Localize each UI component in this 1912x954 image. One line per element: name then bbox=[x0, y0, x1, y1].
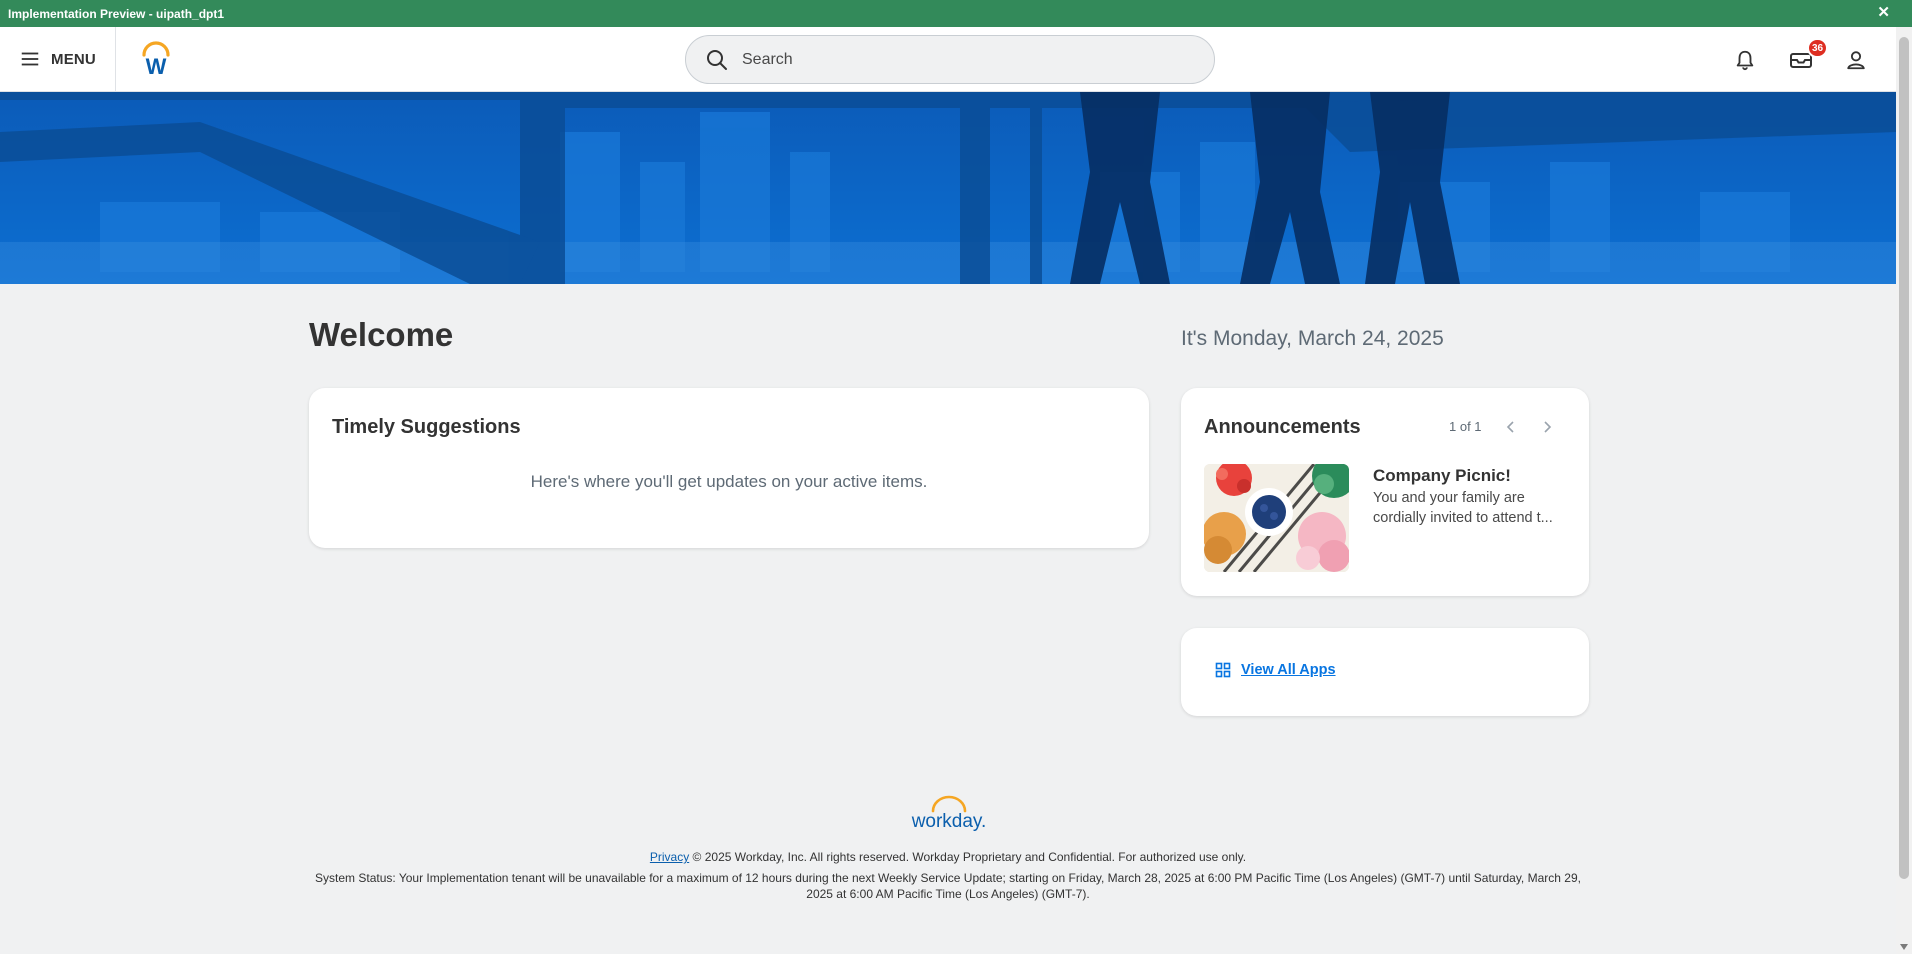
hero-banner bbox=[0, 92, 1896, 284]
page-title: Welcome bbox=[309, 316, 454, 353]
announcement-description: You and your family are cordially invite… bbox=[1373, 490, 1553, 526]
chevron-left-icon bbox=[1506, 421, 1514, 433]
view-all-apps-link[interactable]: View All Apps bbox=[1215, 662, 1336, 678]
scrollbar-thumb[interactable] bbox=[1899, 37, 1909, 879]
system-status: System Status: Your Implementation tenan… bbox=[315, 871, 1581, 901]
header-divider bbox=[115, 27, 116, 92]
announcements-pager: 1 of 1 bbox=[1449, 419, 1482, 434]
timely-suggestions-card: Timely Suggestions Here's where you'll g… bbox=[309, 388, 1149, 548]
hamburger-icon bbox=[21, 52, 39, 66]
svg-text:W: W bbox=[146, 54, 167, 77]
inbox-badge: 36 bbox=[1807, 38, 1829, 58]
bell-icon bbox=[1736, 50, 1754, 71]
next-button[interactable] bbox=[1535, 415, 1559, 439]
announcement-image[interactable] bbox=[1204, 464, 1349, 572]
search-icon bbox=[707, 49, 727, 70]
banner-image bbox=[0, 92, 1896, 284]
chevron-right-icon bbox=[1544, 421, 1552, 433]
announcements-card: Announcements 1 of 1 Company Picnic! You… bbox=[1181, 388, 1589, 596]
view-all-apps-label: View All Apps bbox=[1241, 662, 1336, 678]
notifications-button[interactable] bbox=[1732, 47, 1758, 73]
preview-bar: Implementation Preview - uipath_dpt1 ✕ bbox=[0, 0, 1912, 27]
menu-label: MENU bbox=[51, 50, 96, 68]
search-input[interactable] bbox=[742, 50, 1182, 69]
header: MENU W bbox=[0, 27, 1896, 92]
previous-button[interactable] bbox=[1499, 415, 1523, 439]
timely-suggestions-title: Timely Suggestions bbox=[332, 416, 521, 438]
current-date: It's Monday, March 24, 2025 bbox=[1181, 327, 1444, 350]
view-all-apps-card: View All Apps bbox=[1181, 628, 1589, 716]
close-icon[interactable]: ✕ bbox=[1877, 4, 1890, 21]
footer-copyright-line: Privacy © 2025 Workday, Inc. All rights … bbox=[0, 850, 1896, 864]
menu-button[interactable]: MENU bbox=[19, 47, 96, 71]
scroll-down-icon[interactable] bbox=[1900, 944, 1908, 950]
privacy-link[interactable]: Privacy bbox=[650, 850, 689, 864]
preview-title: Implementation Preview - uipath_dpt1 bbox=[8, 6, 225, 21]
search-bar[interactable] bbox=[685, 35, 1215, 84]
workday-logo-icon[interactable]: W bbox=[140, 41, 172, 77]
announcements-title: Announcements bbox=[1204, 416, 1361, 438]
grid-icon bbox=[1215, 662, 1231, 678]
announcement-title[interactable]: Company Picnic! bbox=[1373, 466, 1511, 486]
page-scrollbar[interactable] bbox=[1896, 27, 1912, 954]
footer-logo-text: workday. bbox=[911, 811, 987, 832]
timely-suggestions-message: Here's where you'll get updates on your … bbox=[530, 472, 928, 491]
profile-button[interactable] bbox=[1843, 47, 1869, 73]
workday-footer-logo: workday. bbox=[911, 795, 987, 832]
copyright-text: © 2025 Workday, Inc. All rights reserved… bbox=[689, 850, 1247, 864]
user-icon bbox=[1847, 51, 1865, 70]
